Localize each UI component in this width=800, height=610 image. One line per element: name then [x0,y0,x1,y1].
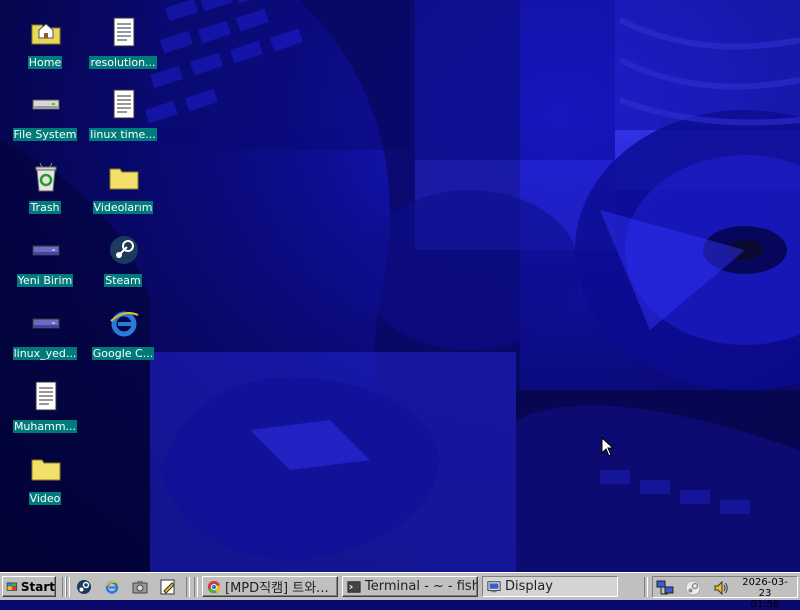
tray-network[interactable] [655,579,675,597]
desktop-icon-steam[interactable]: Steam [84,230,162,300]
taskbar-grip[interactable] [186,577,190,597]
taskbar-grip[interactable] [194,577,198,597]
text-document-icon [113,17,135,47]
desktop-icon-label: Home [27,56,63,69]
desktop-icon-label: Videolarım [92,201,154,214]
browser-icon [110,311,139,337]
desktop-icon-label: Yeni Birim [16,274,74,287]
desktop-icon-trash[interactable]: Trash [6,157,84,227]
drive-icon [32,245,60,256]
task-button-chrome[interactable]: [MPD직캠] 트와... [202,576,338,597]
browser-icon [104,581,120,594]
start-button[interactable]: Start [2,576,56,597]
terminal-icon [347,580,361,593]
desktop-icon-label: File System [12,128,78,141]
taskbar-grip[interactable] [66,577,70,597]
drive-icon [32,318,60,329]
steam-icon [110,236,138,264]
task-button-display[interactable]: Display [482,576,618,597]
desktop-icon-muhamm[interactable]: Muhamm... [6,376,84,446]
steam-icon [77,580,91,594]
camera-icon [132,581,148,594]
taskbar-grip[interactable] [644,577,648,597]
task-label: Display [505,579,553,594]
desktop-icon-linux-time[interactable]: linux time... [84,84,162,154]
edit-icon [160,579,175,595]
desktop-icon-label: Steam [104,274,142,287]
desktop-icon-file-system[interactable]: File System [6,84,84,154]
desktop-icon-videolarim[interactable]: Videolarım [84,157,162,227]
steam-tray-icon [685,580,701,596]
desktop-icon-label: Trash [29,201,61,214]
quicklaunch-steam[interactable] [74,578,94,596]
task-button-terminal[interactable]: Terminal - ~ - fish [342,576,478,597]
tray-steam[interactable] [683,579,703,597]
desktop-icon-home[interactable]: Home [6,12,84,82]
desktop-icon-resolution[interactable]: resolution... [84,12,162,82]
folder-icon [109,168,139,190]
volume-icon [714,580,728,596]
desktop-icon-label: Google C... [91,347,155,360]
tray-volume[interactable] [711,579,731,597]
desktop-icon-label: Muhamm... [12,420,78,433]
clock-time: 01:56 [750,599,780,610]
desktop-icon-video[interactable]: Video [6,448,84,518]
system-tray: 2026-03-23 01:56 [652,576,798,610]
start-logo-icon [6,582,18,591]
chrome-icon [207,580,221,593]
task-label: [MPD직캠] 트와... [225,581,329,596]
taskbar: Start [MPD직캠] 트와... Terminal - ~ - fish … [0,572,800,610]
quicklaunch-camera[interactable] [130,578,150,596]
folder-icon [31,459,61,481]
desktop-icon-label: linux_yed... [12,347,78,360]
clock[interactable]: 2026-03-23 01:56 [736,577,794,610]
text-document-icon [35,381,57,411]
start-label: Start [20,579,55,594]
desktop-icon-label: linux time... [89,128,157,141]
drive-icon [32,99,60,110]
folder-home-icon [31,23,61,45]
trash-icon [35,162,57,192]
desktop-icon-yeni-birim[interactable]: Yeni Birim [6,230,84,300]
clock-date: 2026-03-23 [742,577,788,599]
desktop-icon-label: resolution... [89,56,157,69]
text-document-icon [113,89,135,119]
quicklaunch-edit[interactable] [158,578,178,596]
display-icon [487,580,501,592]
desktop-icon-linux-yed[interactable]: linux_yed... [6,303,84,373]
desktop-icon-google-c[interactable]: Google C... [84,303,162,373]
mouse-cursor-icon [601,437,615,457]
task-label: Terminal - ~ - fish [365,579,478,594]
network-icon [656,580,674,595]
desktop-icon-label: Video [28,492,62,505]
quicklaunch-browser[interactable] [102,578,122,596]
